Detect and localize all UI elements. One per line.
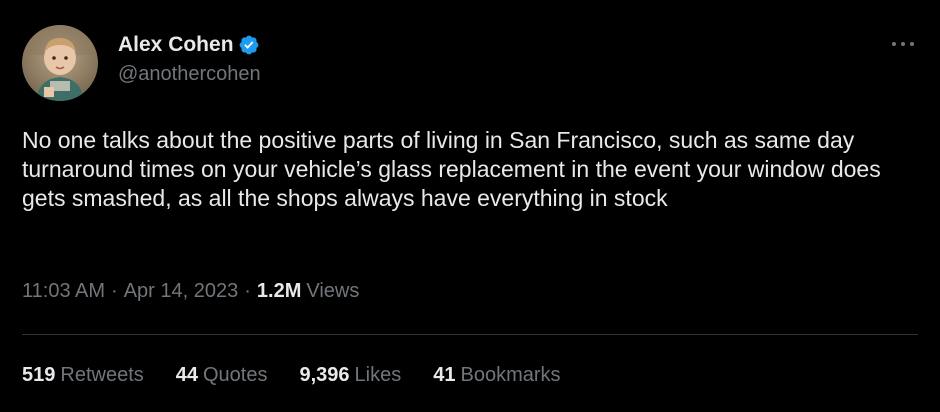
bookmarks-label: Bookmarks	[460, 364, 561, 386]
author-handle[interactable]: @anothercohen	[118, 63, 261, 86]
display-name[interactable]: Alex Cohen	[118, 33, 234, 57]
tweet-date[interactable]: Apr 14, 2023	[124, 280, 239, 303]
more-options-button[interactable]	[888, 34, 918, 54]
author-info: Alex Cohen @anothercohen	[118, 30, 261, 86]
bookmarks-count: 41	[433, 364, 456, 386]
more-dot-icon	[901, 42, 905, 46]
display-name-row: Alex Cohen	[118, 30, 261, 60]
verified-badge-icon[interactable]	[238, 34, 260, 56]
quotes-stat[interactable]: 44 Quotes	[176, 364, 268, 387]
avatar[interactable]	[22, 25, 98, 101]
divider	[22, 334, 918, 335]
more-dot-icon	[910, 42, 914, 46]
retweets-label: Retweets	[60, 364, 144, 386]
likes-stat[interactable]: 9,396 Likes	[299, 364, 401, 387]
tweet-stats: 519 Retweets 44 Quotes 9,396 Likes 41 Bookma…	[22, 364, 593, 387]
retweets-count: 519	[22, 364, 56, 386]
quotes-label: Quotes	[203, 364, 268, 386]
meta-separator: ·	[244, 280, 251, 302]
views-count: 1.2M	[256, 280, 302, 302]
views-label: Views	[306, 280, 360, 302]
tweet-meta: 11:03 AM · Apr 14, 2023 · 1.2M Views	[22, 280, 359, 303]
tweet-card: Alex Cohen @anothercohen No one talks ab…	[0, 0, 940, 412]
tweet-time[interactable]: 11:03 AM	[22, 280, 105, 303]
tweet-text: No one talks about the positive parts of…	[22, 127, 888, 211]
profile-photo-child-icon	[22, 25, 98, 101]
likes-label: Likes	[354, 364, 402, 386]
bookmarks-stat[interactable]: 41 Bookmarks	[433, 364, 560, 387]
likes-count: 9,396	[299, 364, 350, 386]
retweets-stat[interactable]: 519 Retweets	[22, 364, 144, 387]
quotes-count: 44	[175, 364, 198, 386]
meta-separator: ·	[111, 280, 118, 302]
more-dot-icon	[892, 42, 896, 46]
